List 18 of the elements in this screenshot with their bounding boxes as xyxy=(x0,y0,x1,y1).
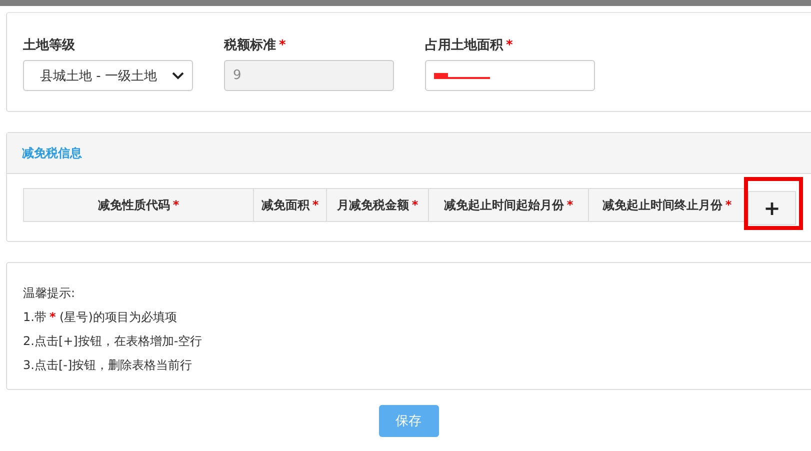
select-field[interactable]: 县城土地 - 一级土地 xyxy=(23,60,193,91)
column-header: 减免起止时间起始月份 * xyxy=(428,188,588,222)
redaction-mark xyxy=(434,70,490,80)
column-header: 减免性质代码 * xyxy=(23,188,253,222)
field-label: 土地等级 xyxy=(23,37,76,55)
input-field[interactable] xyxy=(425,60,595,91)
column-header: 月减免税金额 * xyxy=(326,188,428,222)
column-header: 减免面积 * xyxy=(253,188,326,222)
tip-line: 3.点击[-]按钮，删除表格当前行 xyxy=(23,357,194,374)
panel-title: 减免税信息 xyxy=(22,144,82,162)
tips-title: 温馨提示: xyxy=(23,285,76,302)
field-label: 占用土地面积 * xyxy=(425,37,514,55)
tip-line: 2.点击[+]按钮，在表格增加-空行 xyxy=(23,333,204,350)
tip-line: 1.带 * (星号)的项目为必填项 xyxy=(23,309,178,326)
chevron-icon xyxy=(172,72,184,80)
field-label: 税额标准 * xyxy=(224,36,287,55)
add-row-button[interactable]: + xyxy=(748,191,796,225)
column-header: 减免起止时间终止月份 * xyxy=(588,188,745,222)
